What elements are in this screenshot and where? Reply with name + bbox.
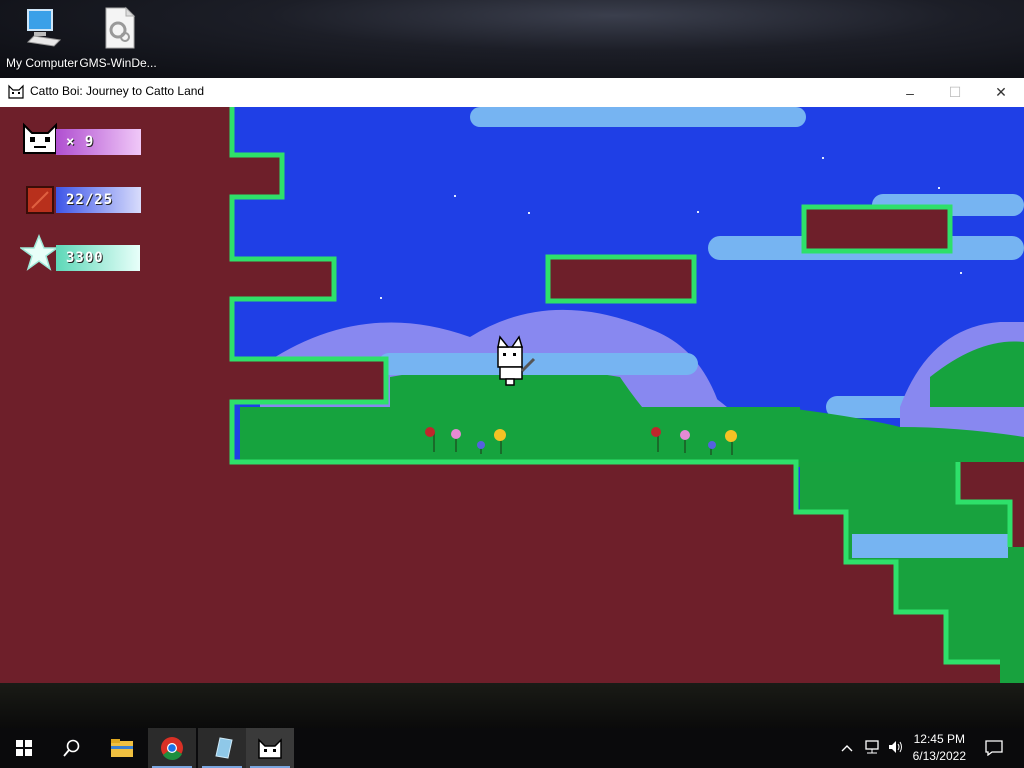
system-tray bbox=[838, 728, 908, 768]
window-title: Catto Boi: Journey to Catto Land bbox=[30, 84, 205, 98]
window-titlebar[interactable]: Catto Boi: Journey to Catto Land – ☐ ✕ bbox=[0, 78, 1024, 108]
game-viewport[interactable]: × 9 22/25 3300 bbox=[0, 107, 1024, 683]
health-block-icon bbox=[26, 186, 54, 214]
taskbar-area: 12:45 PM 6/13/2022 bbox=[0, 683, 1024, 768]
settings-file-icon bbox=[96, 6, 140, 50]
desktop-icon-label: GMS-WinDe... bbox=[79, 56, 157, 70]
search-icon[interactable] bbox=[48, 728, 96, 768]
cloud-band bbox=[378, 353, 698, 375]
chevron-up-icon[interactable] bbox=[838, 741, 856, 755]
computer-icon bbox=[20, 6, 64, 50]
score-counter: 3300 bbox=[56, 245, 140, 271]
maximize-button[interactable]: ☐ bbox=[932, 78, 978, 107]
game-scene bbox=[0, 107, 1024, 683]
score-star-icon bbox=[20, 234, 58, 272]
cat-app-icon bbox=[8, 84, 24, 100]
game-window: Catto Boi: Journey to Catto Land – ☐ ✕ ×… bbox=[0, 78, 1024, 683]
cloud-lower bbox=[852, 534, 1008, 558]
minimize-button[interactable]: – bbox=[887, 78, 933, 107]
file-explorer-icon[interactable] bbox=[98, 728, 146, 768]
taskbar: 12:45 PM 6/13/2022 bbox=[0, 728, 1024, 768]
desktop-icon-my-computer[interactable]: My Computer bbox=[0, 6, 84, 70]
desktop-wallpaper: My Computer GMS-WinDe... bbox=[0, 0, 1024, 78]
catto-game-icon[interactable] bbox=[246, 728, 294, 768]
start-icon[interactable] bbox=[0, 728, 48, 768]
notification-icon[interactable] bbox=[970, 728, 1018, 768]
lives-counter: × 9 bbox=[56, 129, 141, 155]
network-icon[interactable] bbox=[860, 739, 884, 757]
volume-icon[interactable] bbox=[884, 740, 908, 757]
app-icon[interactable] bbox=[198, 728, 246, 768]
clock-date: 6/13/2022 bbox=[912, 749, 966, 763]
close-button[interactable]: ✕ bbox=[978, 78, 1024, 107]
desktop-icon-gms-windev[interactable]: GMS-WinDe... bbox=[76, 6, 160, 70]
chrome-icon[interactable] bbox=[148, 728, 196, 768]
health-counter: 22/25 bbox=[56, 187, 141, 213]
lives-cat-icon bbox=[22, 119, 58, 155]
clock-time: 12:45 PM bbox=[913, 732, 965, 746]
desktop-icon-label: My Computer bbox=[5, 56, 79, 70]
taskbar-clock[interactable]: 12:45 PM 6/13/2022 bbox=[913, 731, 966, 765]
